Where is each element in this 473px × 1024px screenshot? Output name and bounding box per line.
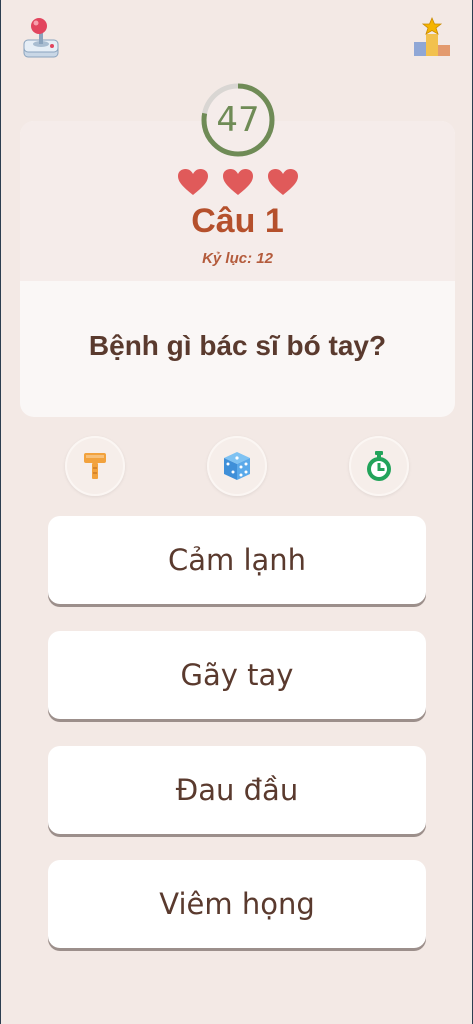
hammer-icon: [84, 453, 106, 479]
timer-value: 47: [216, 100, 260, 140]
hammer-powerup-button[interactable]: [65, 436, 125, 496]
answer-option-1[interactable]: Cảm lạnh: [48, 516, 426, 604]
question-card: [20, 121, 455, 417]
heart-icon: [223, 169, 253, 195]
answer-option-2[interactable]: Gãy tay: [48, 631, 426, 719]
lives-hearts: [177, 168, 299, 198]
answer-option-4[interactable]: Viêm họng: [48, 860, 426, 948]
podium-trophy-icon[interactable]: [412, 16, 452, 60]
heart-icon: [178, 169, 208, 195]
question-text: Bệnh gì bác sĩ bó tay?: [88, 330, 387, 361]
joystick-icon[interactable]: [21, 16, 61, 60]
dice-powerup-button[interactable]: [207, 436, 267, 496]
heart-icon: [268, 169, 298, 195]
question-number: Câu 1: [191, 202, 284, 240]
answer-option-3[interactable]: Đau đầu: [48, 746, 426, 834]
stopwatch-icon: [367, 451, 391, 481]
dice-icon: [224, 452, 250, 480]
record-label: Kỷ lục: 12: [202, 250, 273, 267]
stopwatch-powerup-button[interactable]: [349, 436, 409, 496]
